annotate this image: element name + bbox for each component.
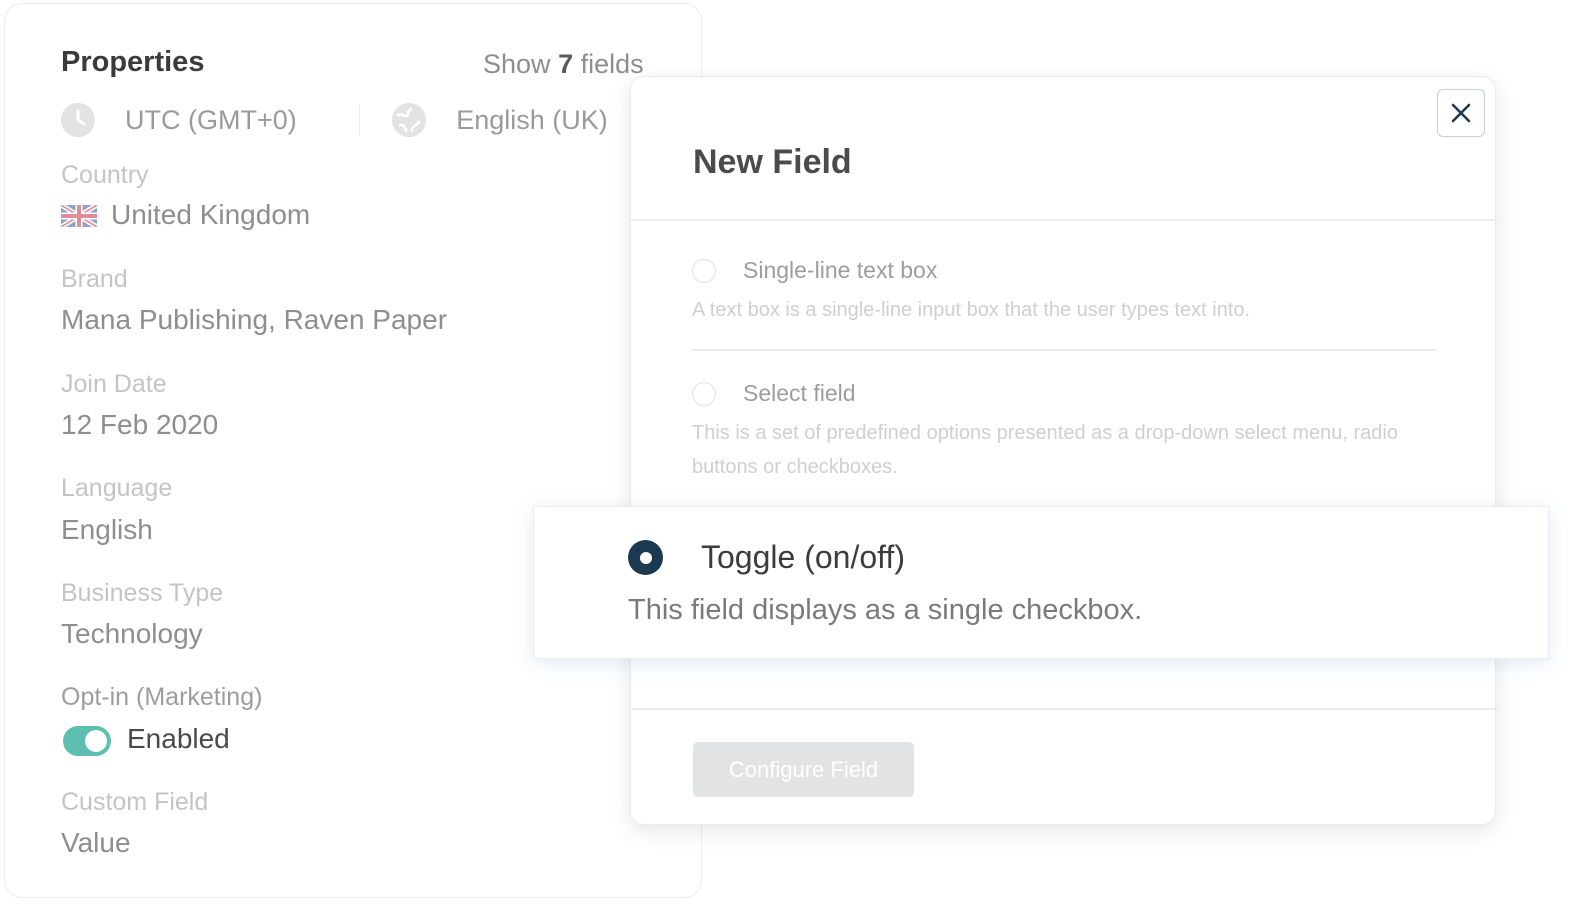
show-fields-link[interactable]: Show 7 fields bbox=[483, 49, 644, 80]
radio-dot bbox=[639, 551, 652, 564]
opt-in-label: Opt-in (Marketing) bbox=[61, 683, 263, 711]
select-field-title: Select field bbox=[743, 380, 856, 406]
modal-header-divider bbox=[631, 219, 1497, 221]
language-locale-text: English (UK) bbox=[456, 104, 608, 135]
single-line-radio[interactable] bbox=[692, 259, 716, 283]
properties-title: Properties bbox=[61, 46, 205, 78]
language-value: English bbox=[61, 514, 153, 545]
toggle-option-title: Toggle (on/off) bbox=[701, 539, 905, 575]
toggle-option-card[interactable]: Toggle (on/off) This field displays as a… bbox=[533, 506, 1549, 659]
toggle-knob bbox=[85, 730, 107, 752]
brand-value: Mana Publishing, Raven Paper bbox=[61, 304, 448, 335]
join-date-value: 12 Feb 2020 bbox=[61, 409, 219, 440]
modal-footer-divider bbox=[631, 708, 1497, 710]
new-field-modal: New Field Single-line text box A text bo… bbox=[630, 76, 1497, 825]
single-line-title: Single-line text box bbox=[743, 257, 938, 283]
custom-field-label: Custom Field bbox=[61, 788, 209, 816]
timezone-text: UTC (GMT+0) bbox=[125, 104, 297, 135]
configure-field-button[interactable]: Configure Field bbox=[693, 742, 914, 797]
business-type-label: Business Type bbox=[61, 579, 224, 607]
business-type-value: Technology bbox=[61, 618, 203, 649]
option-divider bbox=[692, 349, 1436, 351]
close-icon bbox=[1451, 103, 1471, 123]
show-fields-suffix: fields bbox=[580, 49, 644, 79]
single-line-description: A text box is a single-line input box th… bbox=[692, 299, 1251, 321]
select-field-radio[interactable] bbox=[692, 382, 716, 406]
language-label: Language bbox=[61, 474, 173, 502]
country-value: United Kingdom bbox=[111, 199, 311, 230]
globe-icon bbox=[392, 103, 427, 137]
close-button[interactable] bbox=[1437, 89, 1485, 137]
show-fields-count: 7 bbox=[558, 49, 574, 79]
meta-divider bbox=[358, 104, 361, 136]
properties-card: Properties Show 7 fields UTC (GMT+0) Eng… bbox=[4, 3, 702, 898]
uk-flag-icon bbox=[61, 205, 97, 227]
show-fields-prefix: Show bbox=[483, 49, 551, 79]
join-date-label: Join Date bbox=[61, 370, 167, 398]
country-label: Country bbox=[61, 161, 149, 189]
locale-row: UTC (GMT+0) English (UK) bbox=[61, 100, 608, 140]
select-field-description: This is a set of predefined options pres… bbox=[692, 422, 1398, 478]
clock-icon bbox=[61, 103, 95, 137]
opt-in-value: Enabled bbox=[127, 723, 230, 754]
opt-in-toggle[interactable] bbox=[63, 726, 111, 756]
custom-field-value: Value bbox=[61, 827, 131, 858]
toggle-option-description: This field displays as a single checkbox… bbox=[628, 594, 1143, 626]
modal-title: New Field bbox=[693, 143, 852, 181]
brand-label: Brand bbox=[61, 265, 128, 293]
toggle-radio-selected[interactable] bbox=[628, 540, 663, 575]
